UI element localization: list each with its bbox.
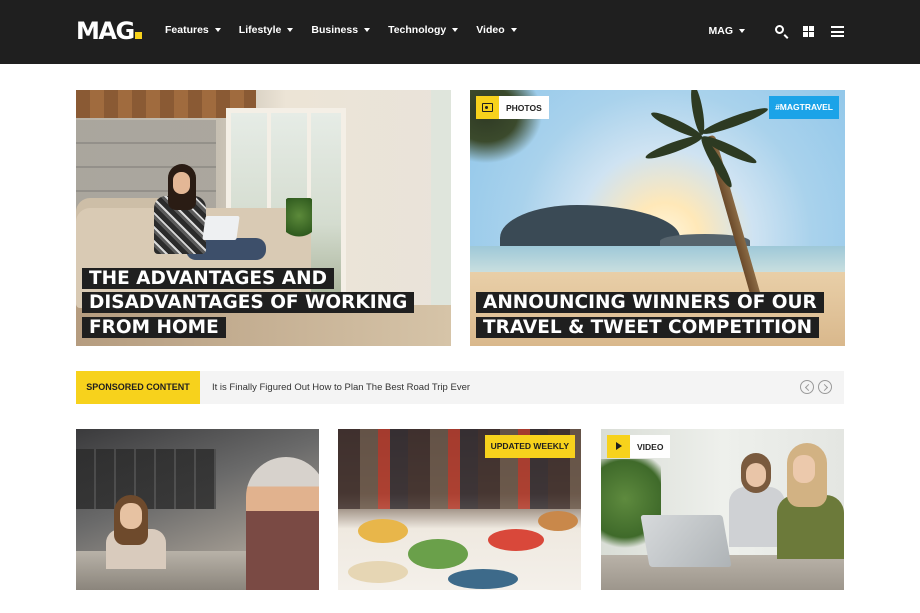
chevron-left-icon[interactable] — [800, 380, 814, 394]
chevron-down-icon — [364, 28, 371, 32]
chevron-down-icon — [739, 29, 745, 33]
grid-button[interactable] — [801, 22, 817, 40]
sponsored-label: SPONSORED CONTENT — [76, 371, 200, 404]
video-badge[interactable]: VIDEO — [607, 435, 671, 458]
featured-article-2[interactable]: PHOTOS #MAGTRAVEL ANNOUNCING WINNERS OF … — [470, 90, 845, 346]
menu-button[interactable] — [829, 22, 845, 40]
nav-item-technology[interactable]: Technology — [388, 24, 459, 36]
site-header: MAG Features Lifestyle Business Technolo… — [0, 0, 920, 64]
nav-item-video[interactable]: Video — [476, 24, 517, 36]
grid-icon — [803, 26, 814, 37]
search-button[interactable] — [773, 22, 789, 40]
chevron-right-icon[interactable] — [818, 380, 832, 394]
ticker-controls — [796, 380, 832, 394]
article-title[interactable]: ANNOUNCING WINNERS OF OUR TRAVEL & TWEET… — [476, 291, 839, 340]
article-card-1[interactable] — [76, 429, 319, 590]
nav-item-business[interactable]: Business — [311, 24, 371, 36]
play-icon — [607, 435, 630, 458]
header-actions: MAG — [709, 22, 846, 40]
menu-icon — [831, 26, 844, 37]
nav-item-lifestyle[interactable]: Lifestyle — [239, 24, 294, 36]
article-card-3[interactable]: VIDEO — [601, 429, 844, 590]
tag-badge[interactable]: #MAGTRAVEL — [769, 96, 839, 119]
chevron-down-icon — [452, 28, 459, 32]
sponsored-headline[interactable]: It is Finally Figured Out How to Plan Th… — [212, 371, 470, 404]
logo-dot — [134, 32, 142, 39]
article-title[interactable]: THE ADVANTAGES AND DISADVANTAGES OF WORK… — [82, 267, 445, 340]
article-card-2[interactable]: UPDATED WEEKLY — [338, 429, 581, 590]
search-icon — [775, 25, 784, 34]
category-badge[interactable]: PHOTOS — [476, 96, 549, 119]
featured-article-1[interactable]: THE ADVANTAGES AND DISADVANTAGES OF WORK… — [76, 90, 451, 346]
sponsored-ticker: SPONSORED CONTENT It is Finally Figured … — [76, 371, 844, 404]
site-logo[interactable]: MAG — [76, 17, 142, 45]
chevron-down-icon — [214, 28, 221, 32]
chevron-down-icon — [510, 28, 517, 32]
chevron-down-icon — [287, 28, 294, 32]
main-nav: Features Lifestyle Business Technology V… — [165, 24, 535, 36]
photo-icon — [476, 96, 499, 119]
nav-item-features[interactable]: Features — [165, 24, 221, 36]
updated-badge[interactable]: UPDATED WEEKLY — [484, 435, 575, 458]
edition-selector[interactable]: MAG — [709, 25, 745, 37]
